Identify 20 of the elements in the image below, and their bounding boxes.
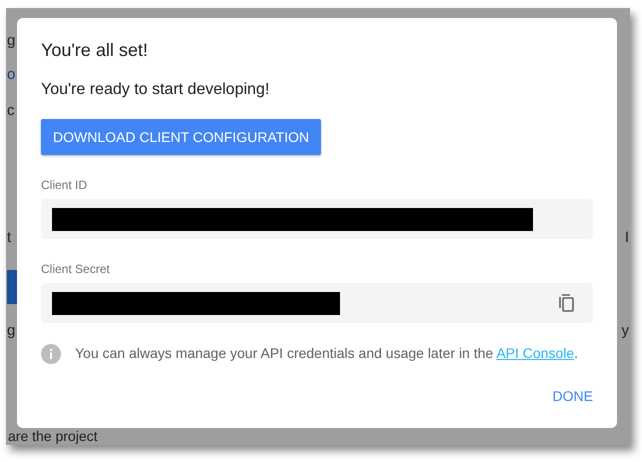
page-text: y (622, 321, 629, 341)
page-link[interactable]: o (7, 64, 16, 86)
page-heading: are the project (8, 429, 98, 443)
page-text: c (7, 101, 14, 121)
page-text: g (7, 31, 16, 51)
page-text: I (624, 228, 629, 248)
api-console-link[interactable]: API Console (496, 345, 574, 361)
page-text: g (7, 321, 16, 341)
download-button[interactable]: DOWNLOAD CLIENT CONFIGURATION (41, 119, 322, 155)
dialog-message: You're ready to start developing! (41, 80, 270, 100)
info-text: You can always manage your API credentials and usage later in the API Console. (75, 344, 578, 363)
field-label: Client Secret (41, 261, 111, 277)
credential-field[interactable] (41, 199, 593, 239)
copy-icon[interactable] (559, 294, 575, 312)
dialog-title: You're all set! (41, 39, 149, 62)
done-button[interactable]: DONE (548, 382, 597, 410)
page-text: t (7, 228, 12, 248)
field-label: Client ID (41, 177, 88, 193)
credential-field[interactable] (41, 283, 593, 323)
info-icon (41, 344, 61, 364)
